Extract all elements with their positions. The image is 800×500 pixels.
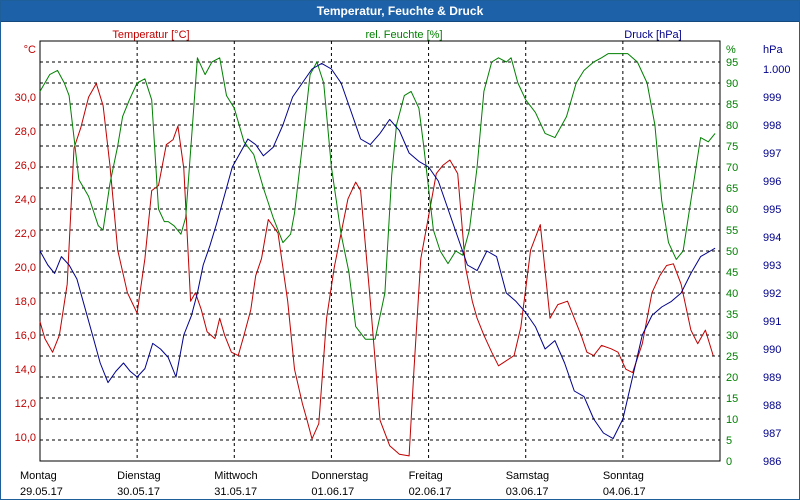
x-tick-day: Sonntag <box>603 470 644 482</box>
middle-axis-tick-label: 90 <box>726 78 738 90</box>
x-axis: Montag 29.05.17 Dienstag 30.05.17 Mittwoch 31… <box>20 470 646 498</box>
weather-chart: °C 10,0 12,0 14,0 16,0 18,0 20,0 22,0 24,0 26,0 2… <box>15 29 791 498</box>
x-tick-date: 02.06.17 <box>409 486 452 498</box>
left-axis-tick-label: 22,0 <box>15 228 36 240</box>
right-axis-tick-label: 992 <box>763 288 781 300</box>
x-tick-day: Freitag <box>409 470 443 482</box>
x-tick-date: 01.06.17 <box>311 486 354 498</box>
x-tick-day: Dienstag <box>117 470 160 482</box>
x-tick-day: Donnerstag <box>311 470 368 482</box>
middle-axis-tick-label: 70 <box>726 162 738 174</box>
middle-axis: % 0 5 10 15 20 25 30 35 40 45 50 55 60 65 70 75 80 85 90 95 <box>726 44 738 468</box>
left-axis-tick-label: 26,0 <box>15 160 36 172</box>
left-axis-tick-label: 24,0 <box>15 194 36 206</box>
right-axis-tick-label: 991 <box>763 316 781 328</box>
left-axis: °C 10,0 12,0 14,0 16,0 18,0 20,0 22,0 24,0 26,0 2… <box>15 44 36 444</box>
right-axis-tick-label: 997 <box>763 148 781 160</box>
left-axis-unit: °C <box>24 44 36 56</box>
middle-axis-tick-label: 85 <box>726 99 738 111</box>
x-tick-date: 29.05.17 <box>20 486 63 498</box>
grid <box>39 40 721 462</box>
series <box>39 53 716 457</box>
middle-axis-tick-label: 95 <box>726 57 738 69</box>
right-axis-tick-label: 999 <box>763 92 781 104</box>
middle-axis-tick-label: 65 <box>726 183 738 195</box>
left-axis-tick-label: 12,0 <box>15 398 36 410</box>
left-axis-tick-label: 28,0 <box>15 126 36 138</box>
right-axis-tick-label: 994 <box>763 232 781 244</box>
x-tick-day: Samstag <box>506 470 549 482</box>
right-axis-tick-label: 989 <box>763 372 781 384</box>
left-axis-tick-label: 10,0 <box>15 432 36 444</box>
chart-window: Temperatur, Feuchte & Druck °C 10,0 12,0 1… <box>0 0 800 500</box>
middle-axis-tick-label: 45 <box>726 267 738 279</box>
x-tick-day: Mittwoch <box>214 470 257 482</box>
right-axis-tick-label: 995 <box>763 204 781 216</box>
humidity-line <box>39 53 716 340</box>
middle-axis-unit: % <box>726 44 736 56</box>
right-axis: hPa 986 987 988 989 990 991 992 993 994 995 996 997… <box>763 44 791 468</box>
right-axis-tick-label: 1.000 <box>763 64 791 76</box>
x-tick-date: 03.06.17 <box>506 486 549 498</box>
middle-axis-tick-label: 40 <box>726 288 738 300</box>
right-axis-tick-label: 993 <box>763 260 781 272</box>
middle-axis-tick-label: 80 <box>726 120 738 132</box>
middle-axis-tick-label: 5 <box>726 435 732 447</box>
legend-pressure: Druck [hPa] <box>624 29 681 41</box>
right-axis-tick-label: 986 <box>763 456 781 468</box>
legend-humidity: rel. Feuchte [%] <box>365 29 442 41</box>
left-axis-tick-label: 14,0 <box>15 364 36 376</box>
temperature-line <box>39 83 714 457</box>
middle-axis-tick-label: 30 <box>726 330 738 342</box>
right-axis-tick-label: 990 <box>763 344 781 356</box>
x-tick-date: 04.06.17 <box>603 486 646 498</box>
x-tick-date: 31.05.17 <box>214 486 257 498</box>
right-axis-unit: hPa <box>763 44 783 56</box>
left-axis-tick-label: 30,0 <box>15 92 36 104</box>
right-axis-tick-label: 998 <box>763 120 781 132</box>
x-tick-date: 30.05.17 <box>117 486 160 498</box>
middle-axis-tick-label: 10 <box>726 414 738 426</box>
middle-axis-tick-label: 55 <box>726 225 738 237</box>
middle-axis-tick-label: 35 <box>726 309 738 321</box>
right-axis-tick-label: 996 <box>763 176 781 188</box>
middle-axis-tick-label: 15 <box>726 393 738 405</box>
legend-temperature: Temperatur [°C] <box>112 29 189 41</box>
middle-axis-tick-label: 20 <box>726 372 738 384</box>
x-tick-day: Montag <box>20 470 57 482</box>
middle-axis-tick-label: 25 <box>726 351 738 363</box>
middle-axis-tick-label: 60 <box>726 204 738 216</box>
left-axis-tick-label: 18,0 <box>15 296 36 308</box>
middle-axis-tick-label: 75 <box>726 141 738 153</box>
middle-axis-tick-label: 0 <box>726 456 732 468</box>
left-axis-tick-label: 16,0 <box>15 330 36 342</box>
right-axis-tick-label: 988 <box>763 400 781 412</box>
middle-axis-tick-label: 50 <box>726 246 738 258</box>
left-axis-tick-label: 20,0 <box>15 262 36 274</box>
right-axis-tick-label: 987 <box>763 428 781 440</box>
